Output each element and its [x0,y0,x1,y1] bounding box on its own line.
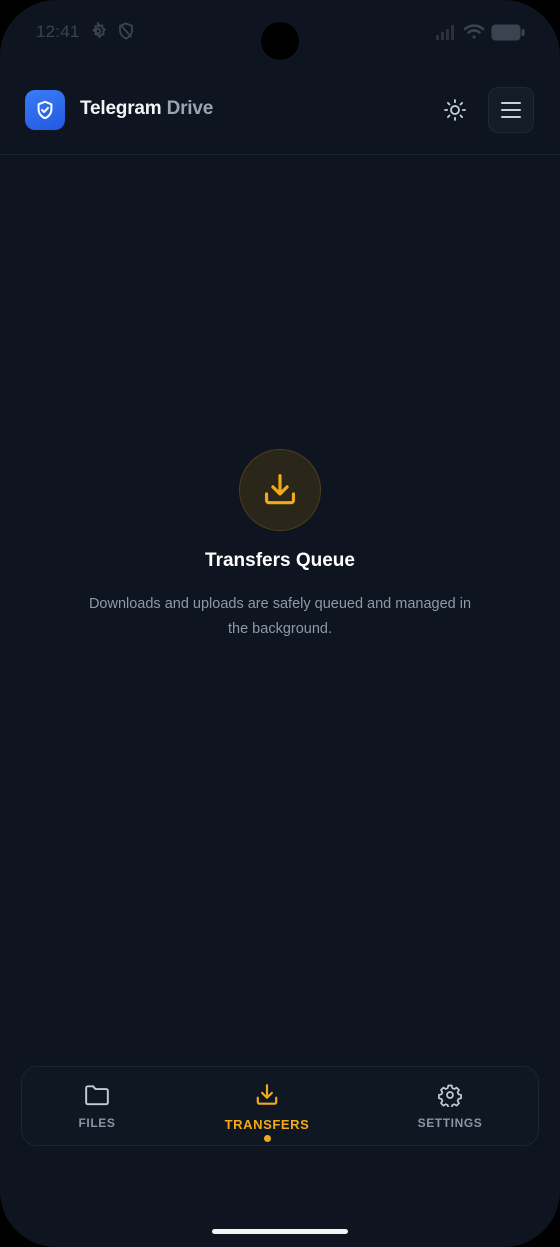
hamburger-menu-icon [500,101,522,119]
status-bar: 12:41 [0,0,560,64]
gear-icon [438,1083,462,1107]
nav-tab-files[interactable]: FILES [22,1067,172,1145]
empty-state-title: Transfers Queue [205,550,355,571]
theme-toggle-button[interactable] [437,92,473,128]
app-logo [25,90,65,130]
app-title-accent: Drive [166,98,214,119]
signal-icon [436,24,458,45]
app-title-primary: Telegram [80,98,162,119]
sun-icon [443,98,467,122]
download-tray-icon [254,1083,280,1107]
status-time: 12:41 [36,22,80,41]
shield-off-icon [117,22,135,45]
nav-label-transfers: TRANSFERS [224,1117,310,1132]
app-header: Telegram Drive [0,68,560,155]
nav-tab-transfers[interactable]: TRANSFERS [192,1067,342,1145]
home-indicator[interactable] [212,1229,348,1234]
nav-label-settings: SETTINGS [417,1116,483,1130]
camera-cutout [261,22,299,60]
app-title: Telegram Drive [80,98,213,120]
folder-icon [84,1083,110,1107]
wifi-icon [463,23,485,46]
active-tab-indicator [263,1135,271,1142]
menu-button[interactable] [488,87,534,133]
empty-state-icon-badge [239,449,321,531]
battery-icon [491,24,525,46]
settings-icon [89,20,107,45]
phone-screen: 12:41 Telegram Drive Transfers Queue Dow… [0,0,560,1247]
bottom-navigation: FILES TRANSFERS SETTINGS [21,1066,539,1146]
empty-state-description: Downloads and uploads are safely queued … [88,596,472,637]
nav-tab-settings[interactable]: SETTINGS [375,1067,525,1145]
download-tray-icon [261,471,299,509]
nav-label-files: FILES [78,1116,116,1130]
shield-check-icon [34,99,56,121]
